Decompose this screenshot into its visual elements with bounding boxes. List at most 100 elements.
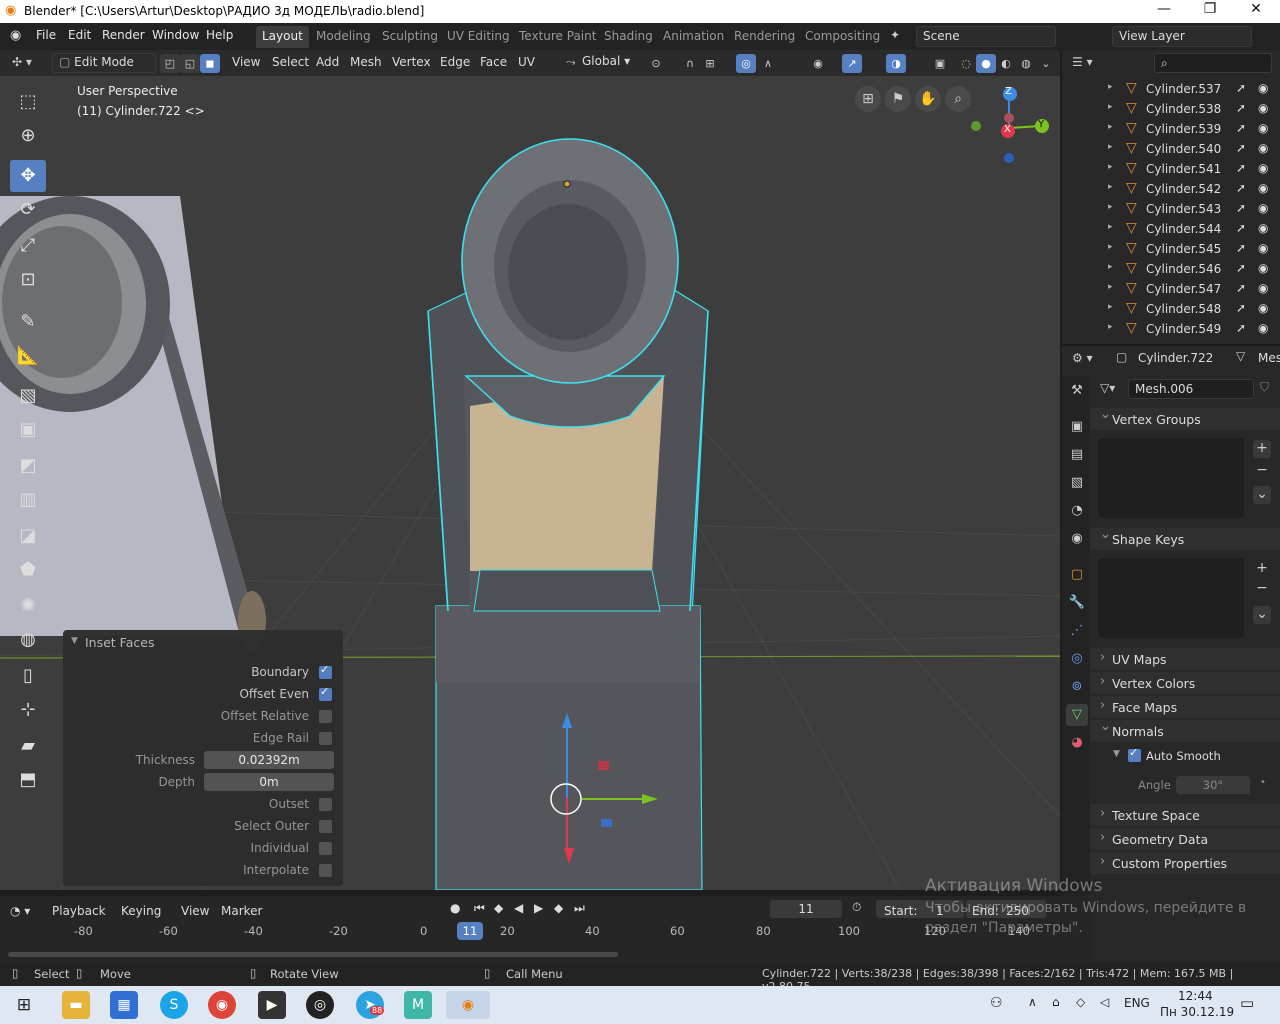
calculator-icon[interactable]: ▦ (110, 991, 138, 1019)
blender-menu-icon[interactable]: ◉ (10, 28, 21, 43)
eye-icon[interactable]: ◉ (1258, 281, 1268, 295)
annotate-tool[interactable]: ✎ (10, 306, 46, 338)
tab-compositing[interactable]: Compositing (799, 26, 886, 48)
auto-smooth-checkbox[interactable] (1128, 746, 1141, 762)
smooth-tool[interactable]: ◍ (10, 624, 46, 656)
rip-region-tool[interactable]: ⬒ (10, 764, 46, 796)
knife-tool[interactable]: ◪ (10, 520, 46, 552)
measure-tool[interactable]: 📐 (10, 340, 46, 372)
menu-window[interactable]: Window (152, 28, 199, 42)
scene-selector[interactable]: Scene (916, 26, 1056, 47)
header-menu-view[interactable]: View (228, 54, 264, 73)
outliner-row[interactable]: ▸ ▽ Cylinder.549 ➚ ◉ (1062, 319, 1280, 339)
shading-options-icon[interactable]: ⌄ (1036, 54, 1056, 73)
select-arrow-icon[interactable]: ➚ (1236, 181, 1246, 195)
edge-rail-checkbox[interactable] (319, 732, 332, 745)
geometry-data-section[interactable]: Geometry Data (1090, 828, 1280, 850)
skype-icon[interactable]: S (160, 991, 188, 1019)
file-explorer-icon[interactable]: ▬ (62, 991, 90, 1019)
custom-properties-section[interactable]: Custom Properties (1090, 852, 1280, 874)
offset-relative-checkbox[interactable] (319, 710, 332, 723)
eye-icon[interactable]: ◉ (1258, 181, 1268, 195)
select-arrow-icon[interactable]: ➚ (1236, 261, 1246, 275)
pan-hand-icon[interactable]: ✋ (915, 86, 941, 112)
physics-tab-icon[interactable]: ◎ (1066, 648, 1088, 670)
solid-shading-icon[interactable]: ● (976, 54, 996, 73)
interpolate-checkbox[interactable] (319, 864, 332, 877)
eye-icon[interactable]: ◉ (1258, 161, 1268, 175)
grid-toggle-icon[interactable]: ⊞ (855, 86, 881, 112)
outset-checkbox[interactable] (319, 798, 332, 811)
blender-taskbar-icon[interactable]: ◉ (446, 991, 490, 1019)
timeline-menu-keying[interactable]: Keying (121, 904, 161, 918)
maximize-icon[interactable]: ❐ (1190, 1, 1230, 17)
remove-vertex-group-button[interactable]: − (1253, 462, 1271, 480)
outliner-row[interactable]: ▸ ▽ Cylinder.546 ➚ ◉ (1062, 259, 1280, 279)
transform-tool[interactable]: ⊡ (10, 264, 46, 296)
face-select-button[interactable]: ◼ (200, 54, 220, 73)
individual-checkbox[interactable] (319, 842, 332, 855)
clock-date[interactable]: Пн 30.12.19 (1160, 1005, 1234, 1019)
people-icon[interactable]: ⚇ (990, 995, 1003, 1011)
editor-type-icon[interactable]: ✣ ▾ (8, 54, 36, 73)
wireframe-shading-icon[interactable]: ◌ (956, 54, 976, 73)
minimize-icon[interactable]: — (1144, 1, 1184, 17)
menu-file[interactable]: File (36, 28, 56, 42)
rotate-tool[interactable]: ⟳ (10, 194, 46, 226)
eye-icon[interactable]: ◉ (1258, 101, 1268, 115)
proportional-edit-icon[interactable]: ◎ (736, 54, 756, 73)
menu-render[interactable]: Render (102, 28, 145, 42)
dropbox-icon[interactable]: ◇ (1076, 995, 1085, 1009)
mode-selector[interactable]: ▢ Edit Mode (52, 53, 156, 73)
eye-icon[interactable]: ◉ (1258, 81, 1268, 95)
falloff-icon[interactable]: ∧ (758, 54, 778, 73)
mesh-name-field[interactable]: Mesh.006 (1128, 379, 1254, 399)
select-arrow-icon[interactable]: ➚ (1236, 81, 1246, 95)
overlay-toggle-icon[interactable]: ◑ (886, 54, 906, 73)
outliner-row[interactable]: ▸ ▽ Cylinder.539 ➚ ◉ (1062, 119, 1280, 139)
vertex-groups-section[interactable]: Vertex Groups (1090, 407, 1280, 430)
select-arrow-icon[interactable]: ➚ (1236, 201, 1246, 215)
windows-start-icon[interactable]: ⊞ (10, 991, 38, 1019)
media-player-icon[interactable]: ▶ (258, 991, 286, 1019)
cursor-tool[interactable]: ⊕ (10, 120, 46, 152)
pivot-point-icon[interactable]: ⊙ (646, 54, 666, 73)
panel-collapse-icon[interactable]: ▼ (71, 636, 78, 646)
eye-icon[interactable]: ◉ (1258, 261, 1268, 275)
close-icon[interactable]: ✕ (1236, 1, 1276, 17)
offset-even-checkbox[interactable] (319, 685, 332, 701)
poly-build-tool[interactable]: ⬟ (10, 554, 46, 586)
auto-smooth-expand-icon[interactable]: ▼ (1113, 749, 1120, 759)
header-menu-uv[interactable]: UV (514, 54, 539, 73)
timeline-scrollbar[interactable] (8, 952, 618, 957)
vertex-group-specials-button[interactable]: ⌄ (1253, 486, 1271, 504)
scale-tool[interactable]: ⤢ (10, 230, 46, 262)
header-menu-mesh[interactable]: Mesh (346, 54, 386, 73)
jump-keyframe-forward-button[interactable]: ◆ (554, 901, 563, 915)
outliner-row[interactable]: ▸ ▽ Cylinder.542 ➚ ◉ (1062, 179, 1280, 199)
header-menu-select[interactable]: Select (268, 54, 313, 73)
tab-uv-editing[interactable]: UV Editing (441, 26, 516, 48)
camera-view-icon[interactable]: ⚑ (885, 86, 911, 112)
play-button[interactable]: ▶ (534, 901, 543, 915)
play-reverse-button[interactable]: ◀ (514, 901, 523, 915)
outliner-row[interactable]: ▸ ▽ Cylinder.543 ➚ ◉ (1062, 199, 1280, 219)
outliner-row[interactable]: ▸ ▽ Cylinder.540 ➚ ◉ (1062, 139, 1280, 159)
jump-keyframe-back-button[interactable]: ◆ (494, 901, 503, 915)
shear-tool[interactable]: ▰ (10, 730, 46, 762)
edge-select-button[interactable]: ◱ (180, 54, 200, 73)
select-arrow-icon[interactable]: ➚ (1236, 281, 1246, 295)
boundary-checkbox[interactable] (319, 663, 332, 679)
shape-keys-section[interactable]: Shape Keys (1090, 527, 1280, 550)
snap-icon[interactable]: ∩ (680, 54, 700, 73)
extrude-tool[interactable]: ▧ (10, 380, 46, 412)
texture-space-section[interactable]: Texture Space (1090, 804, 1280, 826)
menu-help[interactable]: Help (206, 28, 233, 42)
data-tab-icon[interactable]: ▽ (1066, 704, 1088, 726)
constraints-tab-icon[interactable]: ⊚ (1066, 676, 1088, 698)
app-m-icon[interactable]: M (404, 991, 432, 1019)
edge-slide-tool[interactable]: ▯ (10, 660, 46, 692)
volume-icon[interactable]: ◁ (1100, 995, 1109, 1009)
normals-section[interactable]: Normals (1090, 719, 1280, 742)
select-box-tool[interactable]: ⬚ (10, 86, 46, 118)
